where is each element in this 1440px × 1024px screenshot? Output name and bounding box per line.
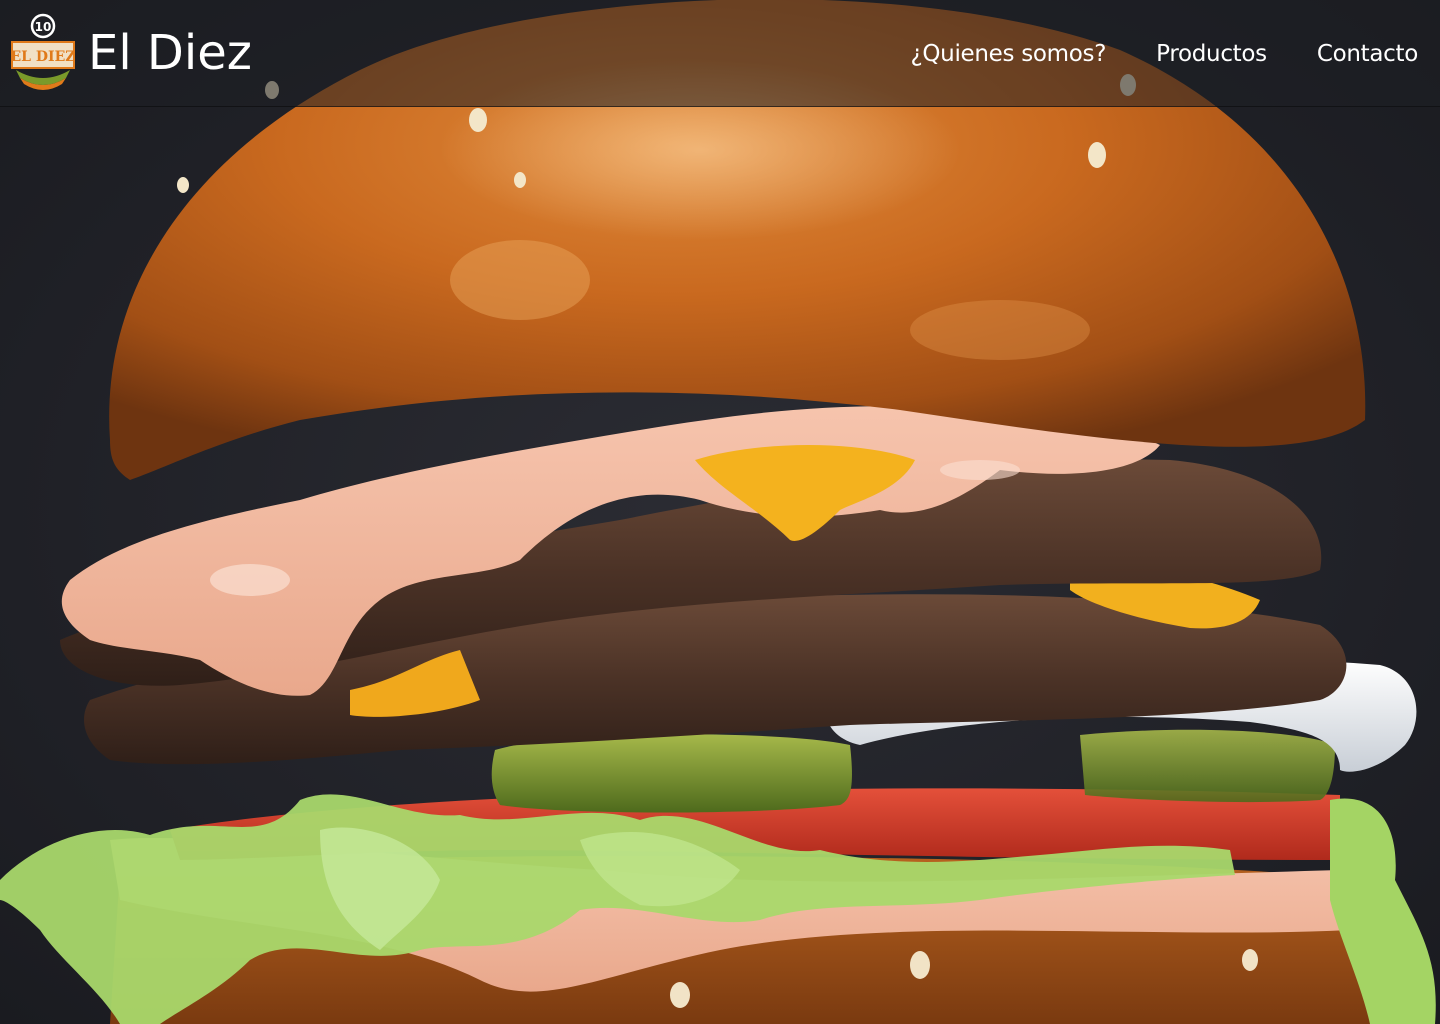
nav-item-contact: Contacto [1317, 41, 1418, 67]
nav-link-about[interactable]: ¿Quienes somos? [910, 41, 1106, 67]
nav-item-about: ¿Quienes somos? [910, 41, 1106, 67]
nav-item-products: Productos [1156, 41, 1267, 67]
nav-link-contact[interactable]: Contacto [1317, 41, 1418, 67]
el-diez-logo-icon: 10 EL DIEZ [11, 13, 76, 90]
svg-text:EL DIEZ: EL DIEZ [11, 49, 76, 65]
svg-text:10: 10 [35, 20, 52, 34]
brand-name: El Diez [88, 24, 252, 81]
nav-menu: ¿Quienes somos? Productos Contacto [910, 0, 1418, 107]
brand-home-link[interactable]: 10 EL DIEZ El Diez [6, 0, 252, 107]
hero-burger-image [0, 0, 1436, 1024]
top-navbar: 10 EL DIEZ El Diez ¿Quienes somos? Produ… [0, 0, 1440, 107]
hero-section: 10 EL DIEZ El Diez ¿Quienes somos? Produ… [0, 0, 1440, 1024]
nav-link-products[interactable]: Productos [1156, 41, 1267, 67]
